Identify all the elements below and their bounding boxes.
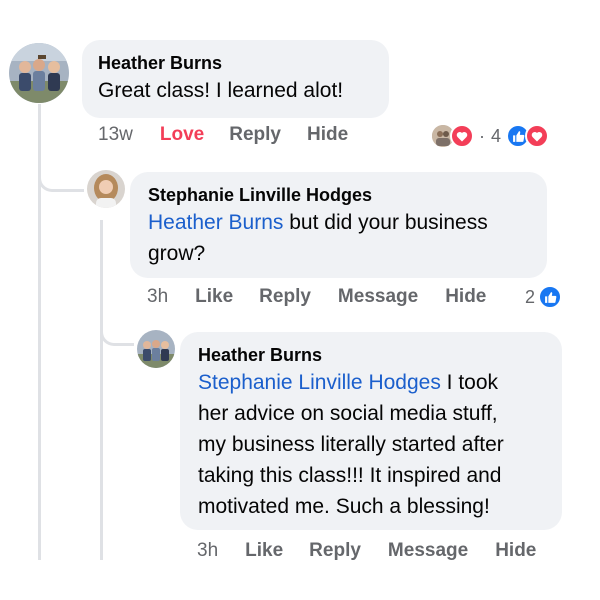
hide-button[interactable]: Hide (495, 540, 536, 562)
message-button[interactable]: Message (388, 540, 468, 562)
reaction-summary-1[interactable]: · 4 (430, 123, 550, 149)
comment-text: Heather Burns but did your business grow… (148, 207, 529, 269)
comment-bubble-3: Heather Burns Stephanie Linville Hodges … (180, 332, 562, 530)
timestamp[interactable]: 3h (197, 540, 218, 562)
love-button[interactable]: Love (160, 124, 204, 146)
comment-actions-3: 3h Like Reply Message Hide (197, 540, 536, 562)
comment-author[interactable]: Stephanie Linville Hodges (148, 184, 529, 206)
reaction-count: 2 (525, 286, 536, 307)
comment-text: Great class! I learned alot! (98, 79, 344, 102)
timestamp[interactable]: 3h (147, 286, 168, 308)
hide-button[interactable]: Hide (307, 124, 348, 146)
heart-reaction-icon (450, 124, 474, 148)
avatar-heather-burns[interactable] (9, 43, 69, 103)
comment-author[interactable]: Heather Burns (198, 344, 544, 366)
comment-bubble-2: Stephanie Linville Hodges Heather Burns … (130, 172, 547, 278)
comment-text-line: taking this class!!! It inspired and (198, 464, 502, 487)
group-photo-avatar-icon (9, 43, 69, 103)
group-photo-avatar-icon (137, 330, 175, 368)
comment-actions-1: 13w Love Reply Hide (98, 124, 348, 146)
comment-bubble-1: Heather Burns Great class! I learned alo… (82, 40, 389, 118)
comment-text: Stephanie Linville Hodges I took her adv… (198, 367, 544, 522)
like-button[interactable]: Like (195, 286, 233, 308)
message-button[interactable]: Message (338, 286, 418, 308)
comment-text-line: my business literally started after (198, 433, 504, 456)
reply-button[interactable]: Reply (309, 540, 361, 562)
comment-text-line: grow? (148, 242, 206, 265)
comment-text-line: but did your business (283, 211, 488, 234)
comment-author[interactable]: Heather Burns (98, 52, 373, 74)
reaction-count: 4 (491, 125, 502, 146)
avatar-stephanie-linville-hodges[interactable] (87, 170, 125, 208)
thread-elbow-reply-2 (100, 324, 134, 346)
comment-text-line: motivated me. Such a blessing! (198, 495, 490, 518)
reaction-summary-2[interactable]: 2 (525, 285, 563, 309)
timestamp[interactable]: 13w (98, 124, 133, 146)
comment-text-line: her advice on social media stuff, (198, 402, 498, 425)
comment-text-line: I took (440, 371, 499, 394)
reply-button[interactable]: Reply (229, 124, 281, 146)
reply-button[interactable]: Reply (259, 286, 311, 308)
mention-link[interactable]: Heather Burns (148, 211, 283, 234)
comment-actions-2: 3h Like Reply Message Hide (147, 286, 486, 308)
portrait-avatar-icon (87, 170, 125, 208)
like-button[interactable]: Like (245, 540, 283, 562)
like-reaction-icon (538, 285, 563, 309)
thread-elbow-reply-1 (38, 170, 84, 192)
reaction-separator: · (479, 125, 485, 146)
mention-link[interactable]: Stephanie Linville Hodges (198, 371, 441, 394)
thread-line-reply-1 (100, 220, 103, 560)
hide-button[interactable]: Hide (445, 286, 486, 308)
avatar-heather-burns[interactable] (137, 330, 175, 368)
heart-reaction-icon (525, 124, 550, 148)
